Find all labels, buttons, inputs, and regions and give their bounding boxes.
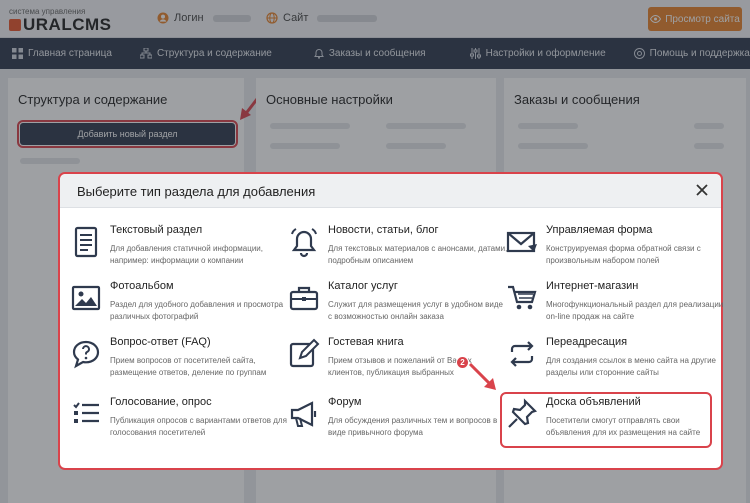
item-title: Вопрос-ответ (FAQ) [110, 336, 211, 348]
dialog-header: Выберите тип раздела для добавления [60, 174, 721, 208]
item-desc: Служит для размещения услуг в удобном ви… [328, 300, 503, 321]
section-type-photo[interactable]: Фотоальбом Раздел для удобного добавлени… [70, 280, 283, 336]
item-title: Новости, статьи, блог [328, 224, 439, 236]
item-title: Управляемая форма [546, 224, 653, 236]
section-type-services[interactable]: Каталог услуг Служит для размещения услу… [288, 280, 503, 336]
item-title: Текстовый раздел [110, 224, 203, 236]
item-title: Переадресация [546, 336, 628, 348]
section-type-shop[interactable]: Интернет-магазин Многофункциональный раз… [506, 280, 723, 336]
item-title: Гостевая книга [328, 336, 404, 348]
item-desc: Для обсуждения различных тем и вопросов … [328, 416, 498, 437]
envelope-icon [506, 231, 537, 253]
section-type-redirect[interactable]: Переадресация Для создания ссылок в меню… [506, 336, 716, 392]
megaphone-icon [290, 401, 317, 427]
item-title: Интернет-магазин [546, 280, 639, 292]
pointer-arrow-2 [468, 362, 496, 390]
pencil-icon [289, 338, 320, 368]
item-title: Фотоальбом [110, 280, 174, 292]
bell-icon [291, 228, 317, 258]
section-type-poll[interactable]: Голосование, опрос Публикация опросов с … [70, 396, 287, 452]
section-type-faq[interactable]: Вопрос-ответ (FAQ) Прием вопросов от пос… [70, 336, 280, 392]
question-icon [72, 340, 100, 369]
document-icon [74, 226, 98, 258]
item-desc: Для текстовых материалов с анонсами, дат… [328, 244, 508, 265]
section-type-news[interactable]: Новости, статьи, блог Для текстовых мате… [288, 224, 507, 280]
item-title: Форум [328, 396, 362, 408]
item-title: Голосование, опрос [110, 396, 212, 408]
selection-highlight [500, 392, 712, 448]
close-icon[interactable] [695, 183, 709, 197]
item-desc: Прием вопросов от посетителей сайта, раз… [110, 356, 267, 377]
item-desc: Раздел для удобного добавления и просмот… [110, 300, 284, 321]
item-desc: Многофункциональный раздел для реализаци… [546, 300, 724, 321]
item-desc: Публикация опросов с вариантами ответов … [110, 416, 287, 437]
section-type-form[interactable]: Управляемая форма Конструируемая форма о… [506, 224, 716, 280]
item-desc: Для добавления статичной информации, нап… [110, 244, 263, 265]
item-desc: Конструируемая форма обратной связи с пр… [546, 244, 701, 265]
dialog-title: Выберите тип раздела для добавления [77, 184, 316, 199]
item-title: Каталог услуг [328, 280, 398, 292]
item-desc: Для создания ссылок в меню сайта на друг… [546, 356, 716, 377]
cart-icon [508, 285, 537, 310]
section-type-forum[interactable]: Форум Для обсуждения различных тем и воп… [288, 396, 498, 452]
picture-icon [71, 285, 101, 311]
list-icon [73, 402, 99, 423]
section-type-dialog: Выберите тип раздела для добавления Текс… [58, 172, 723, 470]
briefcase-icon [289, 286, 319, 311]
redirect-icon [510, 341, 534, 367]
section-type-text[interactable]: Текстовый раздел Для добавления статично… [70, 224, 280, 280]
